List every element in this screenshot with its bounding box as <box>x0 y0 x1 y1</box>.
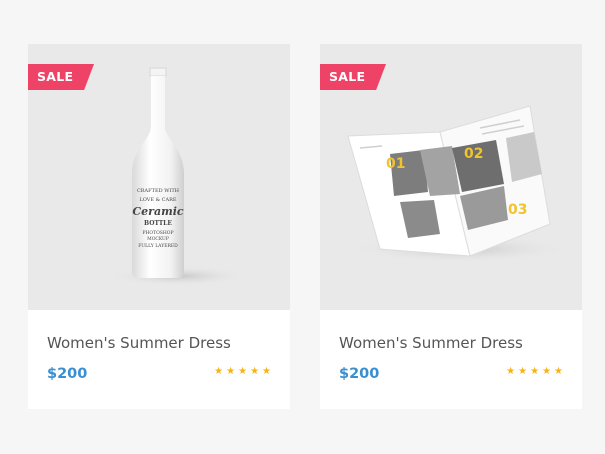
bottle-label-line: CRAFTED WITH <box>137 188 180 194</box>
star-icon: ★ <box>250 366 260 377</box>
star-icon: ★ <box>530 366 540 377</box>
product-price: $200 <box>47 366 88 382</box>
star-icon: ★ <box>226 366 236 377</box>
magazine-number: 03 <box>508 202 527 218</box>
product-image[interactable]: CRAFTED WITH LOVE & CARE Ceramic BOTTLE … <box>28 44 290 310</box>
magazine-number: 01 <box>386 156 405 172</box>
magazine-number: 02 <box>464 146 483 162</box>
product-price: $200 <box>339 366 380 382</box>
star-icon: ★ <box>262 366 271 377</box>
bottle-label-line: Ceramic <box>132 205 183 218</box>
bottle-label-line: PHOTOSHOP <box>142 230 173 236</box>
star-icon: ★ <box>214 366 224 377</box>
star-icon: ★ <box>554 366 563 377</box>
product-title[interactable]: Women's Summer Dress <box>47 334 231 352</box>
bottle-label-line: FULLY LAYERED <box>138 243 178 249</box>
star-rating: ★ ★ ★ ★ ★ <box>506 366 563 378</box>
star-icon: ★ <box>518 366 528 377</box>
bottle-label-line: LOVE & CARE <box>139 197 176 203</box>
sale-badge: SALE <box>320 64 386 90</box>
sale-badge: SALE <box>28 64 94 90</box>
product-title[interactable]: Women's Summer Dress <box>339 334 523 352</box>
star-icon: ★ <box>238 366 248 377</box>
star-rating: ★ ★ ★ ★ ★ <box>214 366 271 378</box>
bottle-label-line: MOCKUP <box>147 236 169 242</box>
bottle-label-line: BOTTLE <box>144 220 172 227</box>
product-card[interactable]: CRAFTED WITH LOVE & CARE Ceramic BOTTLE … <box>28 44 290 409</box>
star-icon: ★ <box>506 366 516 377</box>
product-card[interactable]: 01 02 03 SALE Women's Summer Dress $200 … <box>320 44 582 409</box>
product-image[interactable]: 01 02 03 SALE <box>320 44 582 310</box>
star-icon: ★ <box>542 366 552 377</box>
